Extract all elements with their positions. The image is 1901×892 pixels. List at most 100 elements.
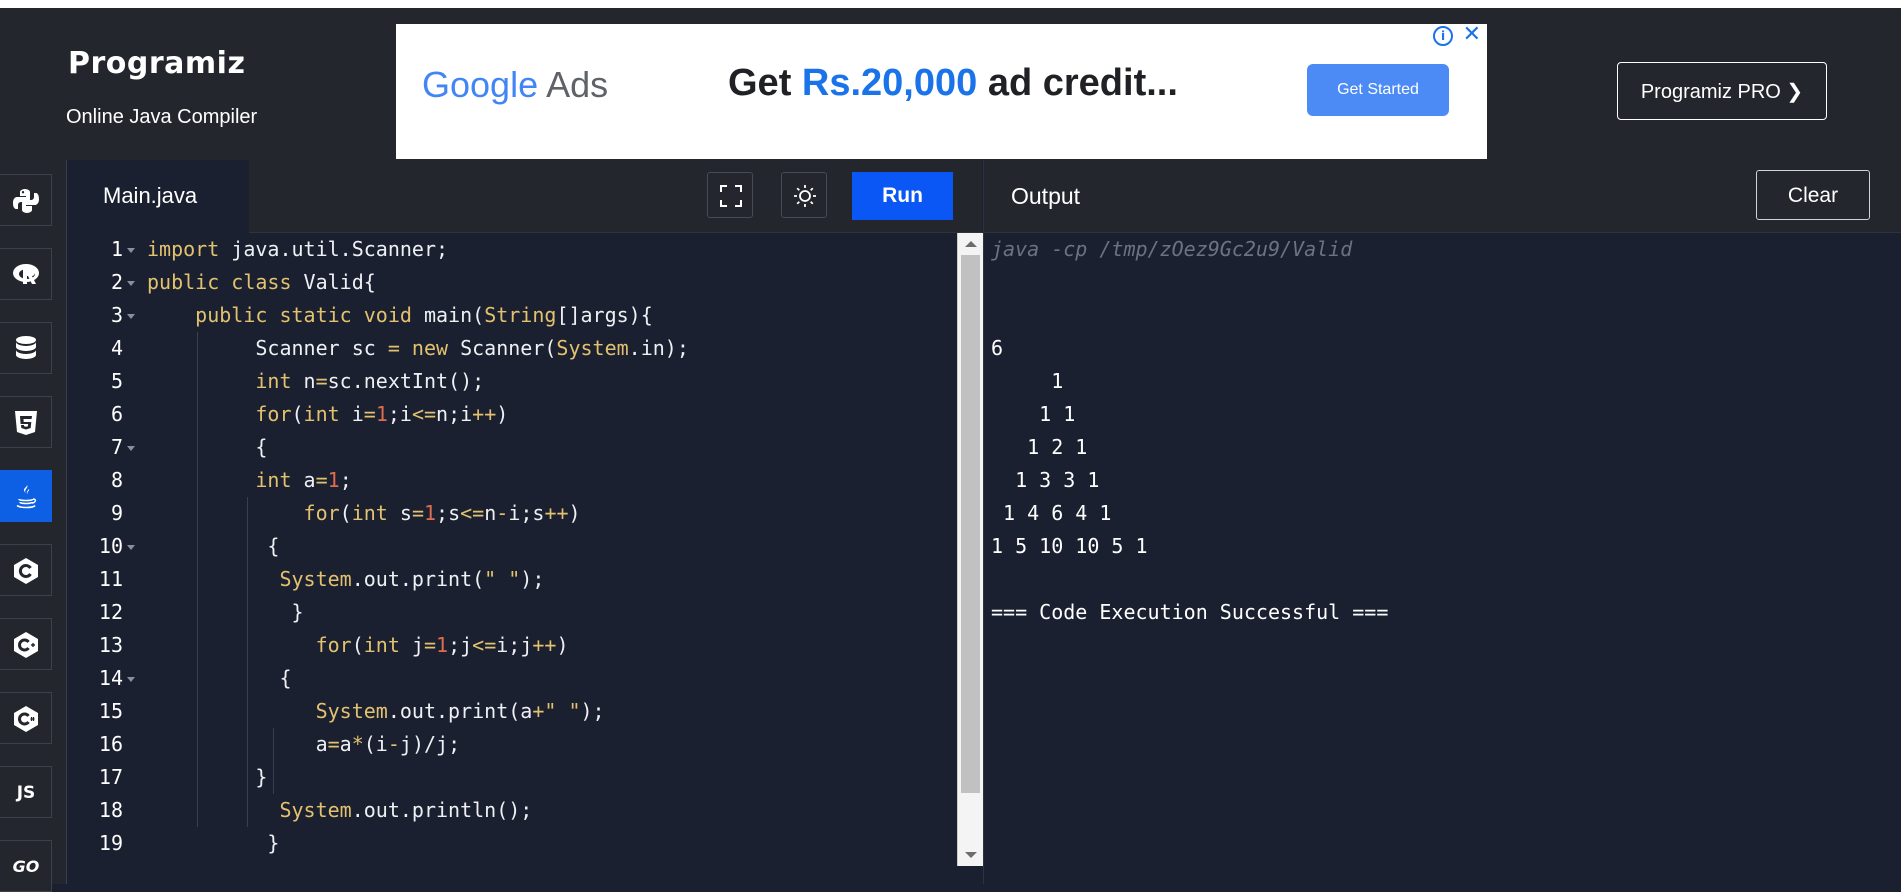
fold-toggle[interactable] <box>127 446 135 451</box>
theme-toggle-button[interactable] <box>781 172 827 218</box>
code-editor[interactable]: import java.util.Scanner; public class V… <box>147 233 957 884</box>
ad-headline-prefix: Get <box>728 62 802 104</box>
ad-get-started-button[interactable]: Get Started <box>1307 64 1449 116</box>
line-number: 14 <box>98 666 123 690</box>
go-icon: GO <box>12 857 40 876</box>
sidebar-item-js[interactable]: JS <box>0 766 52 818</box>
fold-toggle[interactable] <box>127 677 135 682</box>
editor-toolbar: Main.java Run <box>67 160 982 233</box>
sidebar-item-csharp[interactable] <box>0 692 52 744</box>
output-status: === Code Execution Successful === <box>991 600 1389 624</box>
ad-headline: Get Rs.20,000 ad credit... <box>728 62 1178 105</box>
fold-toggle[interactable] <box>127 281 135 286</box>
code-line: import java.util.Scanner; <box>147 237 449 261</box>
sun-icon <box>794 185 816 207</box>
python-icon <box>13 189 39 213</box>
line-number: 15 <box>98 699 123 723</box>
scroll-down-icon[interactable] <box>965 852 977 858</box>
js-icon: JS <box>16 783 36 803</box>
scroll-up-icon[interactable] <box>965 241 977 247</box>
line-number-gutter: 1 2 3 4 5 6 7 8 9 10 11 12 13 14 15 16 1… <box>67 233 142 884</box>
sidebar-item-cpp[interactable] <box>0 618 52 670</box>
output-command: java -cp /tmp/zOez9Gc2u9/Valid <box>991 237 1353 261</box>
ad-banner[interactable]: Google Ads Get Rs.20,000 ad credit... Ge… <box>396 24 1487 159</box>
output-line: 1 2 1 <box>991 435 1088 459</box>
output-title: Output <box>1011 183 1081 209</box>
line-number: 2 <box>110 270 123 294</box>
code-line: int a=1; <box>255 468 352 492</box>
line-number: 5 <box>110 369 123 393</box>
code-line: for(int i=1;i<=n;i++) <box>255 402 509 426</box>
fullscreen-icon <box>720 185 742 207</box>
line-number: 10 <box>98 534 123 558</box>
sidebar-item-c[interactable] <box>0 544 52 596</box>
output-console: java -cp /tmp/zOez9Gc2u9/Valid 6 1 1 1 1… <box>983 233 1901 884</box>
code-line: System.out.print(a+" "); <box>315 699 605 723</box>
output-line: 1 5 10 10 5 1 <box>991 534 1148 558</box>
code-line: { <box>147 435 268 459</box>
sidebar-item-r[interactable] <box>0 248 52 300</box>
code-line: { <box>147 666 292 690</box>
code-line: a=a*(i-j)/j; <box>147 732 461 756</box>
r-icon <box>13 264 39 284</box>
line-number: 3 <box>110 303 123 327</box>
line-number: 7 <box>110 435 123 459</box>
line-number: 17 <box>98 765 123 789</box>
sidebar-item-java[interactable] <box>0 470 52 522</box>
line-number: 19 <box>98 831 123 855</box>
code-line: int n=sc.nextInt(); <box>255 369 485 393</box>
java-icon <box>16 485 37 509</box>
page-subtitle: Online Java Compiler <box>66 106 258 128</box>
fullscreen-button[interactable] <box>707 172 753 218</box>
clear-button[interactable]: Clear <box>1756 170 1870 220</box>
line-number: 4 <box>110 336 123 360</box>
browser-top-strip <box>0 0 1901 8</box>
programiz-pro-button[interactable]: Programiz PRO ❯ <box>1617 62 1827 120</box>
editor-scrollbar[interactable] <box>957 233 983 866</box>
code-line: for(int s=1;s<=n-i;s++) <box>303 501 581 525</box>
sidebar-item-html[interactable] <box>0 396 52 448</box>
line-number: 1 <box>110 237 123 261</box>
output-line: 1 3 3 1 <box>991 468 1100 492</box>
code-line: System.out.println(); <box>279 798 533 822</box>
sidebar-item-python[interactable] <box>0 174 52 226</box>
language-sidebar: JS GO <box>0 160 67 892</box>
ad-brand-google: Google <box>422 64 539 105</box>
fold-toggle[interactable] <box>127 314 135 319</box>
line-number: 9 <box>110 501 123 525</box>
code-line: } <box>147 831 280 855</box>
fold-toggle[interactable] <box>127 248 135 253</box>
tab-main-java[interactable]: Main.java <box>67 160 249 233</box>
line-number: 18 <box>98 798 123 822</box>
ad-brand-ads: Ads <box>546 64 609 105</box>
code-line: System.out.print(" "); <box>279 567 545 591</box>
scrollbar-thumb[interactable] <box>961 255 980 793</box>
code-line: { <box>147 534 280 558</box>
header: Programiz Online Java Compiler Google Ad… <box>0 8 1901 160</box>
csharp-icon <box>14 706 38 732</box>
programiz-logo[interactable]: Programiz <box>68 46 245 81</box>
code-line: public class Valid{ <box>147 270 376 294</box>
sidebar-item-sql[interactable] <box>0 322 52 374</box>
line-number: 13 <box>98 633 123 657</box>
line-number: 8 <box>110 468 123 492</box>
line-number: 12 <box>98 600 123 624</box>
cpp-icon <box>14 632 38 658</box>
code-line: } <box>147 765 268 789</box>
fold-toggle[interactable] <box>127 545 135 550</box>
run-button[interactable]: Run <box>852 172 953 220</box>
ad-info-icon[interactable]: i <box>1433 26 1453 46</box>
code-line: Scanner sc = new Scanner(System.in); <box>147 336 689 360</box>
ad-brand: Google Ads <box>422 64 608 106</box>
line-number: 11 <box>98 567 123 591</box>
output-line: 6 <box>991 336 1004 360</box>
c-icon <box>14 558 38 584</box>
output-toolbar: Output Clear <box>983 160 1901 233</box>
ad-close-icon[interactable]: ✕ <box>1463 24 1481 46</box>
line-number: 6 <box>110 402 123 426</box>
database-icon <box>16 336 36 359</box>
output-line: 1 1 <box>991 402 1076 426</box>
line-number: 16 <box>98 732 123 756</box>
ad-headline-amount: Rs.20,000 <box>801 62 978 104</box>
sidebar-item-go[interactable]: GO <box>0 840 52 892</box>
